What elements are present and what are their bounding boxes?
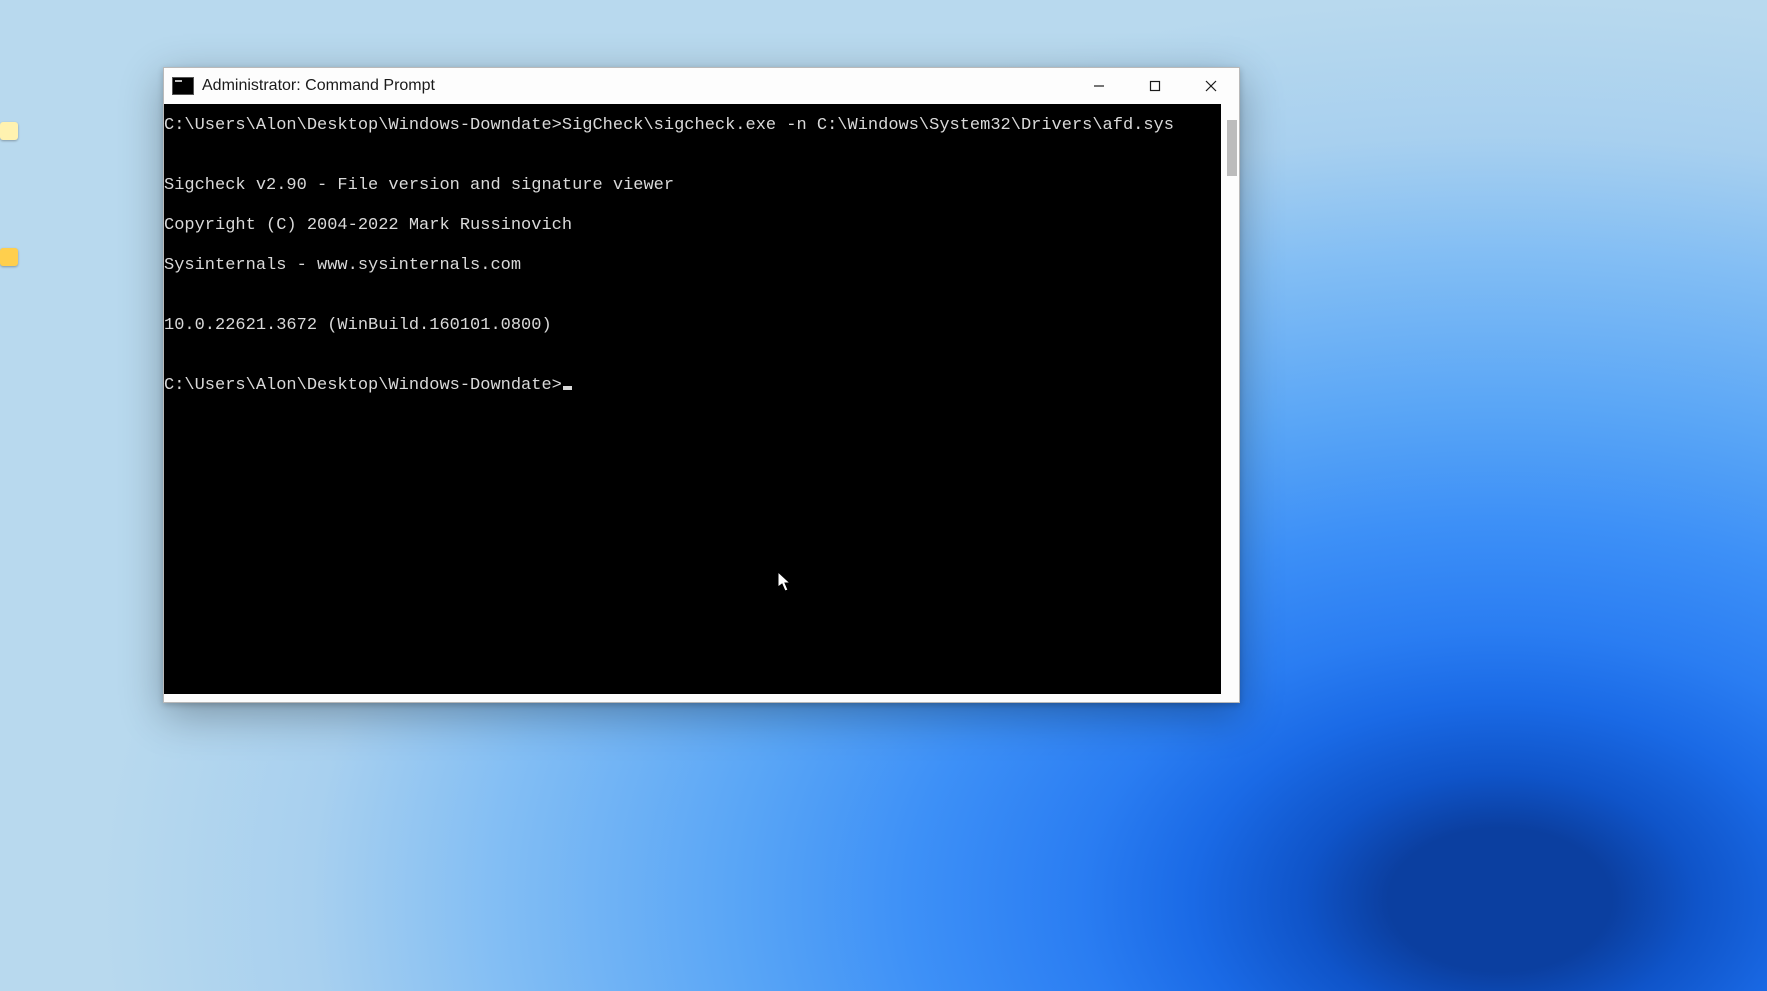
terminal-line: Copyright (C) 2004-2022 Mark Russinovich — [164, 216, 1221, 236]
terminal-line: 10.0.22621.3672 (WinBuild.160101.0800) — [164, 316, 1221, 336]
terminal-line: Sigcheck v2.90 - File version and signat… — [164, 176, 1221, 196]
minimize-button[interactable] — [1071, 68, 1127, 104]
close-button[interactable] — [1183, 68, 1239, 104]
command-prompt-window: Administrator: Command Prompt — [163, 67, 1240, 703]
titlebar[interactable]: Administrator: Command Prompt — [164, 68, 1239, 104]
cursor-icon — [563, 386, 572, 390]
terminal-line: C:\Users\Alon\Desktop\Windows-Downdate>S… — [164, 116, 1221, 136]
terminal-output[interactable]: C:\Users\Alon\Desktop\Windows-Downdate> S… — [164, 104, 1221, 694]
maximize-button[interactable] — [1127, 68, 1183, 104]
close-icon — [1205, 80, 1217, 92]
maximize-icon — [1149, 80, 1161, 92]
command-prompt-icon — [172, 77, 194, 95]
scrollbar-thumb[interactable] — [1227, 120, 1237, 176]
terminal-prompt-line: C:\Users\Alon\Desktop\Windows-Downdate> — [164, 376, 1221, 396]
terminal-prompt-text: C:\Users\Alon\Desktop\Windows-Downdate> — [164, 376, 562, 395]
terminal-line: Sysinternals - www.sysinternals.com — [164, 256, 1221, 276]
caption-buttons — [1071, 68, 1239, 104]
window-title: Administrator: Command Prompt — [202, 77, 435, 95]
minimize-icon — [1093, 80, 1105, 92]
desktop-background: Administrator: Command Prompt — [0, 0, 1767, 991]
desktop-icon-strip — [0, 0, 22, 991]
terminal-viewport: C:\Users\Alon\Desktop\Windows-Downdate> S… — [164, 104, 1239, 702]
